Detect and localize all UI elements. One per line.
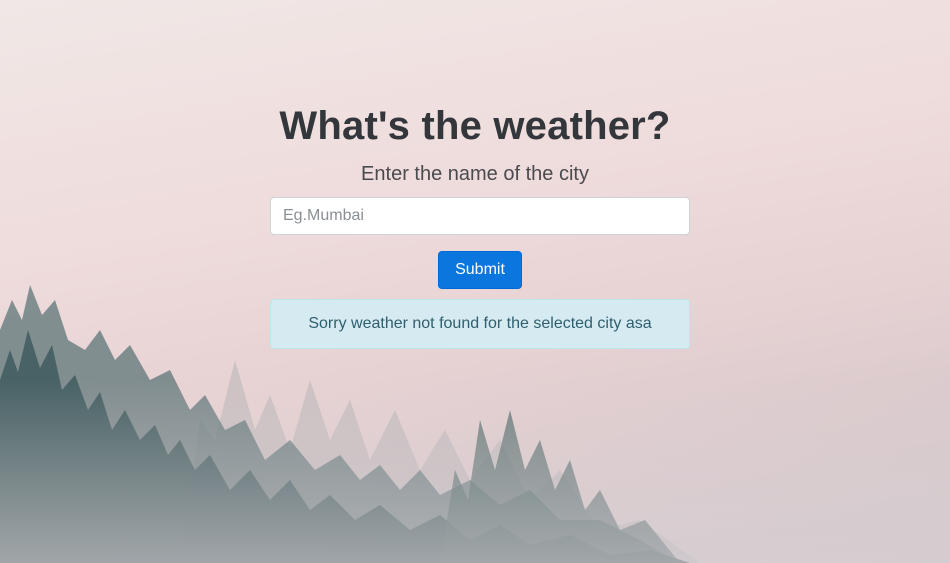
submit-button[interactable]: Submit — [438, 251, 522, 289]
page-subtitle: Enter the name of the city — [361, 163, 589, 185]
alert-message: Sorry weather not found for the selected… — [308, 315, 652, 332]
page-title: What's the weather? — [279, 104, 671, 148]
city-input[interactable] — [270, 197, 690, 235]
weather-app: What's the weather? Enter the name of th… — [0, 0, 950, 563]
error-alert: Sorry weather not found for the selected… — [270, 299, 690, 349]
